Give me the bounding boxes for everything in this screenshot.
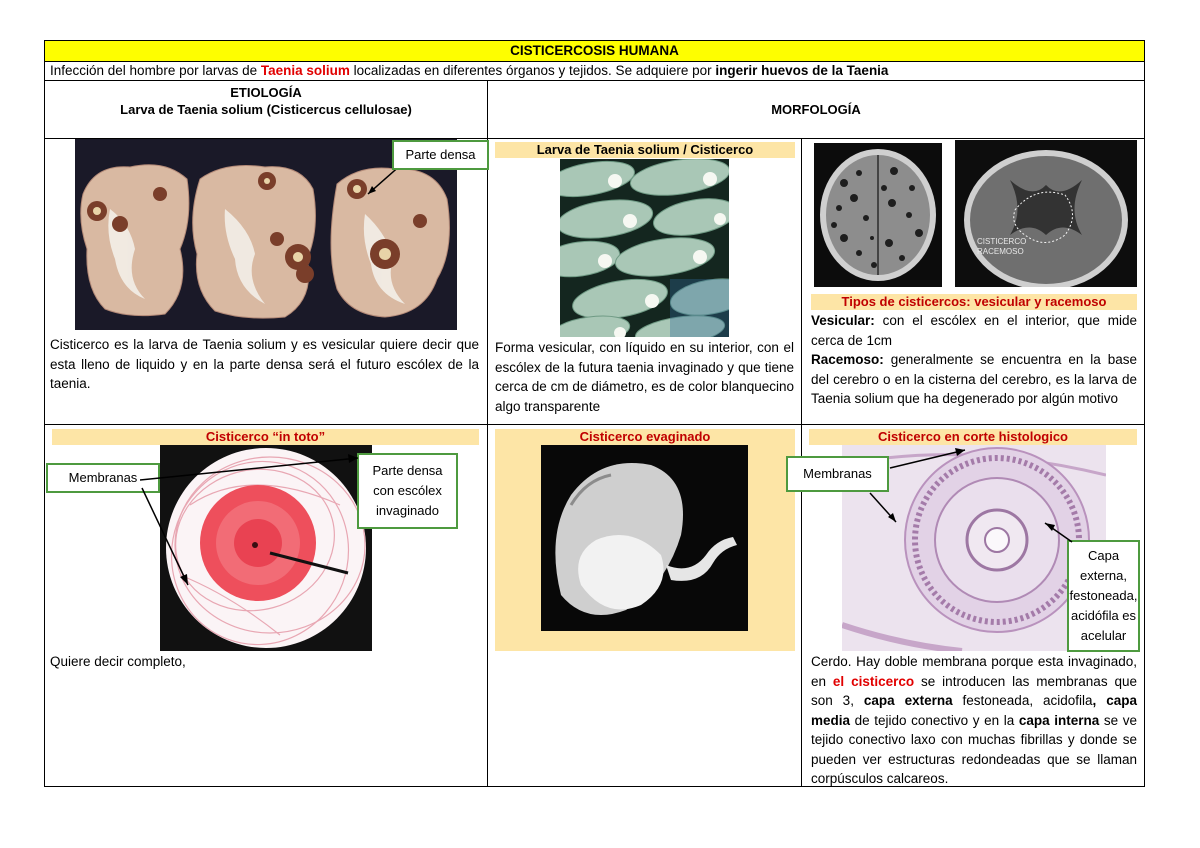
label-in-toto: Cisticerco “in toto” bbox=[52, 429, 479, 445]
etiologia-header: ETIOLOGÍA Larva de Taenia solium (Cistic… bbox=[45, 84, 487, 118]
capa-externa-term: capa externa bbox=[863, 693, 953, 708]
evaginado-photo bbox=[541, 445, 748, 631]
table-divider bbox=[44, 424, 1145, 425]
table-border-left bbox=[44, 40, 45, 787]
etiologia-title: ETIOLOGÍA bbox=[230, 85, 302, 100]
ct-caption: CISTICERCO RACEMOSO bbox=[977, 237, 1026, 257]
capa-interna-term: capa interna bbox=[1018, 712, 1100, 728]
table-column-divider bbox=[487, 80, 488, 787]
histo-text: de tejido conectivo y en la bbox=[850, 712, 1019, 728]
cysticerci-photo bbox=[560, 159, 729, 337]
ct-racemoso-image: CISTICERCO RACEMOSO bbox=[955, 140, 1137, 287]
label-tipos-cisticercos: Tipos de cisticercos: vesicular y racemo… bbox=[811, 294, 1137, 310]
ct-caption-line2: RACEMOSO bbox=[977, 247, 1024, 256]
label-evaginado: Cisticerco evaginado bbox=[579, 429, 711, 444]
row1-col3-vesicular: Vesicular: con el escólex en el interior… bbox=[811, 311, 1137, 350]
row1-col1-text: Cisticerco es la larva de Taenia solium … bbox=[50, 337, 479, 391]
histo-text: festoneada, acidofila bbox=[952, 693, 1093, 708]
intro-sentence: Infección del hombre por larvas de Taeni… bbox=[50, 62, 1140, 80]
intro-text: Infección del hombre por larvas de bbox=[50, 63, 261, 78]
document-page: CISTICERCOSIS HUMANA Infección del hombr… bbox=[0, 0, 1200, 848]
species-name: Taenia solium bbox=[260, 63, 350, 78]
table-border-right bbox=[1144, 40, 1145, 787]
row2-col3-text: Cerdo. Hay doble membrana porque esta in… bbox=[811, 652, 1137, 789]
callout-parte-densa-escolex: Parte densa con escólex invaginado bbox=[357, 453, 458, 529]
intro-text: localizadas en diferentes órganos y teji… bbox=[349, 63, 716, 78]
mri-vesicular-image bbox=[814, 143, 942, 287]
callout-parte-densa: Parte densa bbox=[392, 140, 489, 170]
morfologia-header: MORFOLOGÍA bbox=[771, 102, 861, 117]
vesicular-term: Vesicular: bbox=[811, 313, 875, 328]
intro-bold: ingerir huevos de la Taenia bbox=[715, 63, 889, 78]
row2-col1-text: Quiere decir completo, bbox=[50, 654, 186, 669]
document-title: CISTICERCOSIS HUMANA bbox=[45, 41, 1144, 61]
etiologia-subtitle: Larva de Taenia solium (Cisticercus cell… bbox=[120, 102, 412, 117]
membranas-arrows bbox=[140, 454, 359, 586]
histo-highlight: el cisticerco bbox=[832, 673, 915, 689]
racemoso-term: Racemoso: bbox=[811, 352, 884, 367]
row1-col3-racemoso: Racemoso: generalmente se encuentra en l… bbox=[811, 350, 1137, 409]
histology-arrows bbox=[869, 448, 1073, 543]
callout-capa-externa: Capa externa, festoneada, acidófila es a… bbox=[1067, 540, 1140, 652]
label-larva: Larva de Taenia solium / Cisticerco bbox=[495, 142, 795, 158]
table-divider bbox=[44, 80, 1145, 81]
ct-caption-line1: CISTICERCO bbox=[977, 237, 1027, 246]
row1-col2-text: Forma vesicular, con líquido en su inter… bbox=[495, 340, 794, 414]
